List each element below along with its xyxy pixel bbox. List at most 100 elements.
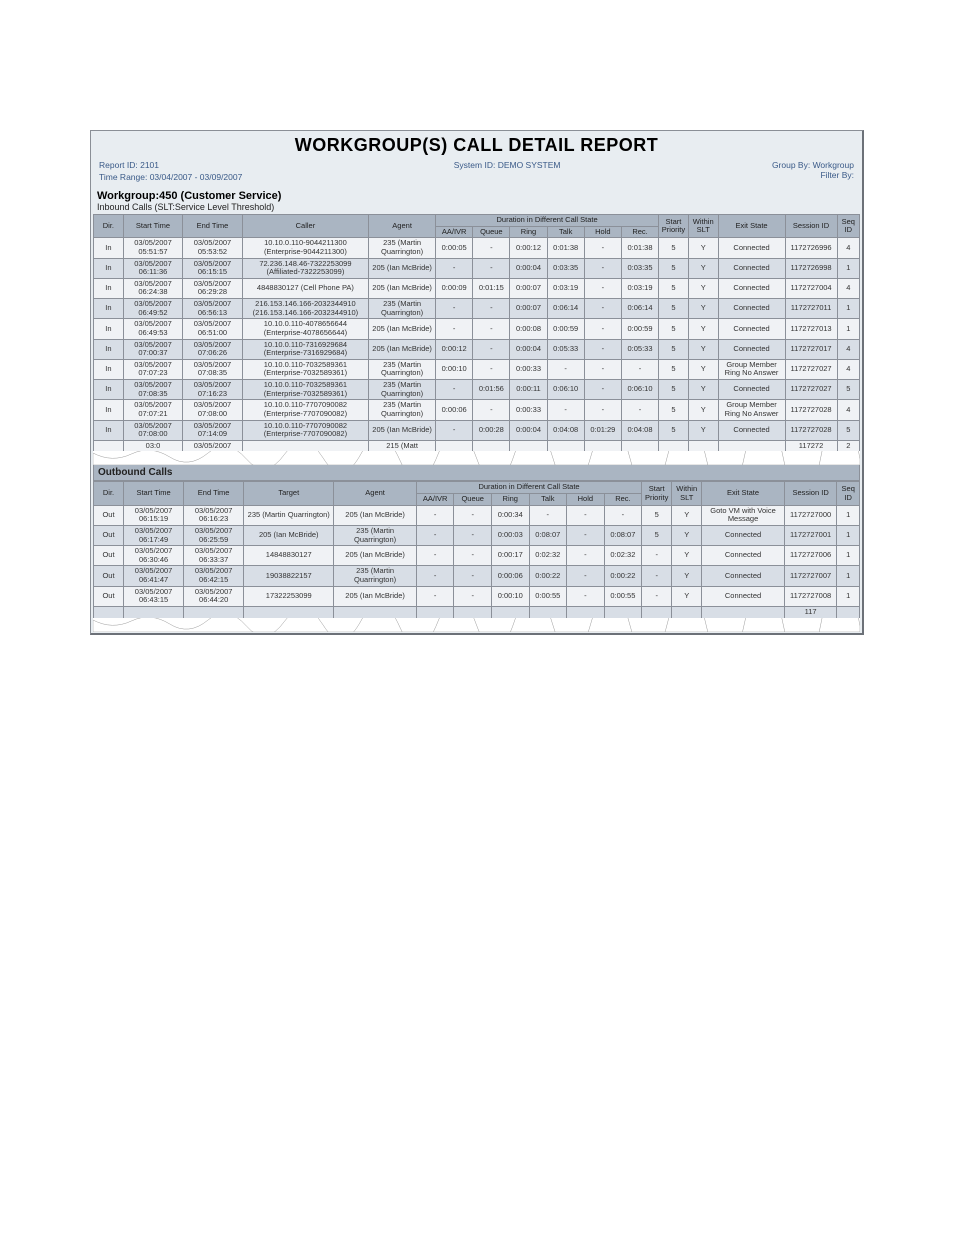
table-cell: 1 <box>837 546 860 566</box>
table-cell: Y <box>672 546 702 566</box>
table-cell: 03:0 <box>123 440 182 452</box>
torn-edge <box>93 618 860 632</box>
table-cell: 0:00:03 <box>491 525 529 545</box>
table-cell: 03/05/2007 06:25:59 <box>184 525 244 545</box>
table-cell: 216.153.146.166-2032344910 (216.153.146.… <box>242 299 368 319</box>
table-cell <box>124 606 184 618</box>
table-cell: - <box>584 400 621 420</box>
workgroup-heading: Workgroup:450 (Customer Service) <box>93 184 860 202</box>
table-cell: In <box>94 380 124 400</box>
table-cell: 0:00:07 <box>510 278 547 298</box>
table-cell: 03/05/2007 06:15:15 <box>183 258 242 278</box>
table-cell: - <box>473 299 510 319</box>
table-cell: In <box>94 400 124 420</box>
table-cell <box>491 606 529 618</box>
table-cell: - <box>416 586 454 606</box>
col-dir: Dir. <box>94 482 124 505</box>
table-row-torn: 03:003/05/2007215 (Matt1172722 <box>94 440 860 452</box>
col-start: Start Time <box>123 215 182 238</box>
table-cell: - <box>416 505 454 525</box>
table-cell: 14848830127 <box>244 546 334 566</box>
table-cell: Y <box>688 339 718 359</box>
table-cell: 0:00:33 <box>510 359 547 379</box>
col-ring: Ring <box>491 494 529 506</box>
table-cell: Y <box>688 258 718 278</box>
table-cell <box>94 606 124 618</box>
col-hold: Hold <box>584 226 621 238</box>
col-hold: Hold <box>567 494 605 506</box>
table-cell: In <box>94 278 124 298</box>
table-row: In03/05/2007 06:49:5203/05/2007 06:56:13… <box>94 299 860 319</box>
table-cell: Connected <box>718 319 785 339</box>
report-id: Report ID: 2101 <box>99 160 242 170</box>
table-cell: - <box>473 258 510 278</box>
report-meta: Report ID: 2101 Time Range: 03/04/2007 -… <box>93 158 860 184</box>
table-cell: 205 (Ian McBride) <box>369 278 436 298</box>
table-cell <box>642 606 672 618</box>
outbound-table: Dir. Start Time End Time Target Agent Du… <box>93 481 860 618</box>
table-cell: 4 <box>837 278 859 298</box>
col-start: Start Time <box>124 482 184 505</box>
table-cell: Y <box>688 319 718 339</box>
table-cell: 235 (Martin Quarrington) <box>369 380 436 400</box>
table-cell: 0:01:15 <box>473 278 510 298</box>
table-cell: In <box>94 238 124 258</box>
table-cell: 0:02:32 <box>529 546 567 566</box>
table-cell: - <box>584 238 621 258</box>
inbound-section-label: Inbound Calls (SLT:Service Level Thresho… <box>93 202 860 214</box>
table-cell: - <box>604 505 642 525</box>
table-cell: 5 <box>642 525 672 545</box>
table-cell: 0:00:17 <box>491 546 529 566</box>
col-queue: Queue <box>473 226 510 238</box>
table-cell: 03/05/2007 06:17:49 <box>124 525 184 545</box>
table-cell: 1172727011 <box>785 299 837 319</box>
table-cell: - <box>642 546 672 566</box>
col-agent: Agent <box>334 482 417 505</box>
system-id: System ID: DEMO SYSTEM <box>454 160 561 182</box>
table-cell: 1172726998 <box>785 258 837 278</box>
table-cell: 10.10.0.110-7032589361 (Enterprise-70325… <box>242 380 368 400</box>
table-cell: 4 <box>837 400 859 420</box>
table-cell: - <box>584 319 621 339</box>
col-end: End Time <box>184 482 244 505</box>
table-cell: - <box>473 339 510 359</box>
table-cell: 03/05/2007 06:49:53 <box>123 319 182 339</box>
table-cell: 10.10.0.110-7707090082 (Enterprise-77070… <box>242 400 368 420</box>
table-cell: - <box>584 258 621 278</box>
table-cell: - <box>454 505 492 525</box>
table-cell: 03/05/2007 07:14:09 <box>183 420 242 440</box>
table-cell: 0:00:12 <box>436 339 473 359</box>
table-cell: Connected <box>718 339 785 359</box>
table-cell: - <box>567 546 605 566</box>
table-cell: 205 (Ian McBride) <box>334 586 417 606</box>
table-cell: 205 (Ian McBride) <box>369 339 436 359</box>
torn-edge <box>93 451 860 465</box>
table-cell: 0:00:22 <box>604 566 642 586</box>
table-cell <box>184 606 244 618</box>
table-cell <box>718 440 785 452</box>
table-cell: 0:00:04 <box>510 258 547 278</box>
table-cell: 1172727000 <box>784 505 837 525</box>
table-cell: 5 <box>659 400 689 420</box>
table-cell: 1172727001 <box>784 525 837 545</box>
table-cell: 0:00:12 <box>510 238 547 258</box>
table-cell: - <box>529 505 567 525</box>
table-cell: Y <box>688 400 718 420</box>
table-cell: In <box>94 258 124 278</box>
table-cell: 205 (Ian McBride) <box>369 319 436 339</box>
table-cell: 0:00:06 <box>491 566 529 586</box>
table-cell <box>547 440 584 452</box>
table-cell: 1 <box>837 258 859 278</box>
table-cell: 4 <box>837 238 859 258</box>
col-queue: Queue <box>454 494 492 506</box>
table-cell: 205 (Ian McBride) <box>369 420 436 440</box>
table-cell: 1 <box>837 525 860 545</box>
table-cell: 0:06:14 <box>621 299 658 319</box>
table-cell <box>473 440 510 452</box>
table-cell: 1172727028 <box>785 420 837 440</box>
table-row: Out03/05/2007 06:43:1503/05/2007 06:44:2… <box>94 586 860 606</box>
table-cell: 0:00:22 <box>529 566 567 586</box>
col-agent: Agent <box>369 215 436 238</box>
col-slt: Within SLT <box>688 215 718 238</box>
table-cell: 1 <box>837 566 860 586</box>
